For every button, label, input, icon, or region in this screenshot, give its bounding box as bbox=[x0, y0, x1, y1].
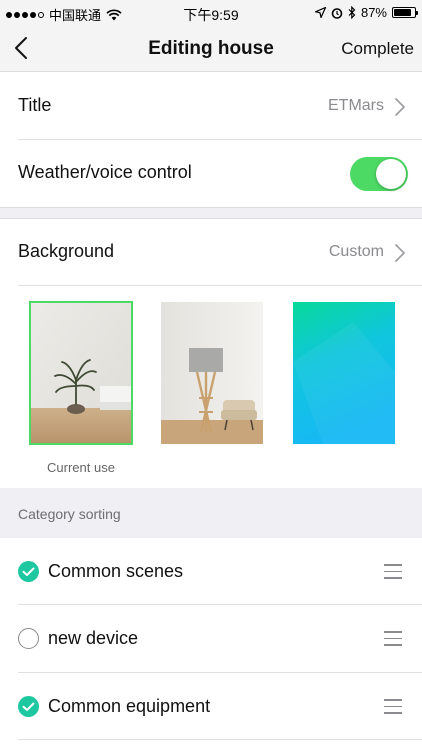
drag-handle-icon[interactable] bbox=[384, 564, 402, 579]
category-label: Common scenes bbox=[48, 561, 184, 581]
background-thumbnail-plant[interactable] bbox=[29, 301, 133, 445]
status-right: 87% bbox=[314, 5, 418, 20]
battery-percent: 87% bbox=[360, 5, 387, 20]
complete-button[interactable]: Complete bbox=[341, 39, 414, 59]
gradient-image bbox=[293, 302, 395, 444]
title-value: ETMars bbox=[328, 97, 384, 114]
background-row[interactable]: Background Custom bbox=[0, 219, 422, 286]
title-row[interactable]: Title ETMars bbox=[0, 73, 422, 140]
unchecked-circle-icon[interactable] bbox=[18, 628, 39, 649]
background-thumbnail-gradient[interactable] bbox=[293, 302, 395, 444]
drag-handle-icon[interactable] bbox=[384, 631, 402, 646]
category-label: new device bbox=[48, 628, 139, 648]
location-icon bbox=[314, 7, 326, 18]
weather-voice-label: Weather/voice control bbox=[18, 162, 192, 182]
chevron-right-icon bbox=[395, 244, 405, 262]
background-thumbnail-lamp[interactable] bbox=[161, 302, 263, 444]
category-row[interactable]: Common equipment bbox=[0, 673, 422, 740]
category-row[interactable]: new device bbox=[0, 605, 422, 672]
weather-voice-toggle[interactable] bbox=[350, 157, 408, 191]
divider bbox=[18, 739, 422, 740]
battery-icon bbox=[392, 7, 418, 18]
divider bbox=[18, 285, 422, 286]
navigation-bar: Editing house Complete bbox=[0, 26, 422, 72]
lamp-room-image bbox=[161, 302, 263, 444]
background-value: Custom bbox=[328, 243, 384, 260]
section-gap bbox=[0, 207, 422, 219]
drag-handle-icon[interactable] bbox=[384, 699, 402, 714]
plant-room-image bbox=[30, 302, 132, 444]
status-bar: 中国联通 下午9:59 87% bbox=[0, 0, 422, 26]
category-sorting-header: Category sorting bbox=[0, 488, 422, 538]
battery-fill bbox=[394, 9, 412, 16]
category-label: Common equipment bbox=[48, 696, 211, 716]
chevron-right-icon bbox=[395, 98, 405, 116]
category-sorting-label: Category sorting bbox=[18, 506, 121, 522]
toggle-knob bbox=[376, 159, 406, 189]
category-row[interactable]: Common scenes bbox=[0, 538, 422, 605]
title-label: Title bbox=[18, 95, 52, 115]
check-icon[interactable] bbox=[18, 561, 39, 582]
check-icon[interactable] bbox=[18, 696, 39, 717]
current-use-caption: Current use bbox=[47, 460, 115, 475]
background-label: Background bbox=[18, 241, 115, 261]
weather-voice-row: Weather/voice control bbox=[0, 140, 422, 207]
alarm-icon bbox=[331, 7, 343, 19]
bluetooth-icon bbox=[348, 6, 356, 19]
